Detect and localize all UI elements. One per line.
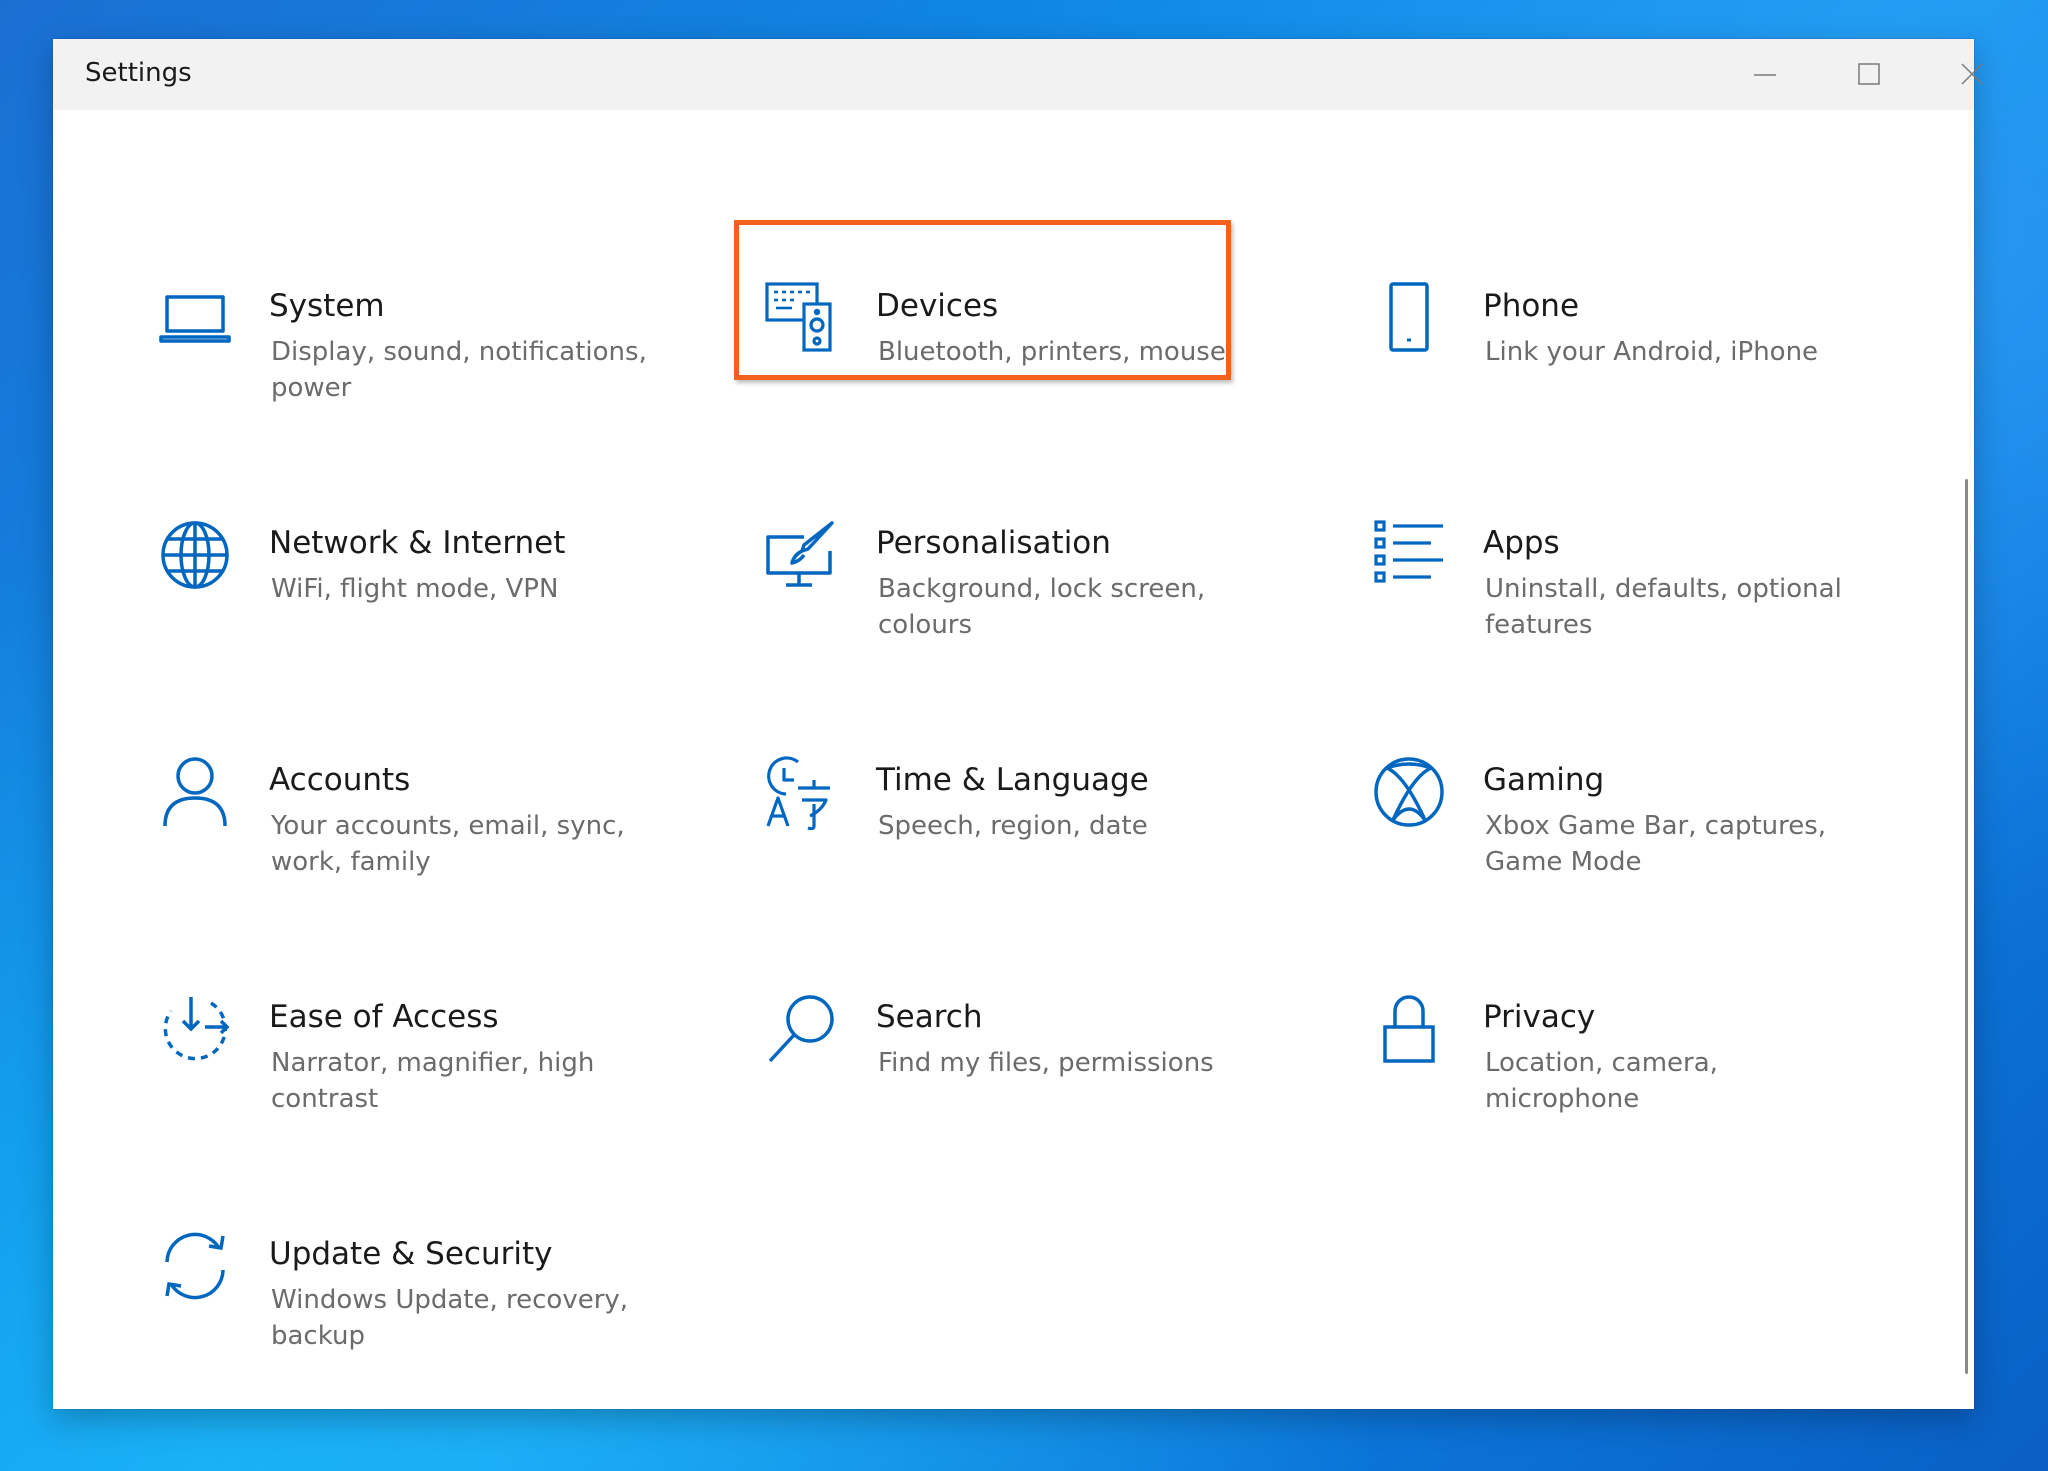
tile-update-security[interactable]: Update & Security Windows Update, recove… [157, 1228, 677, 1378]
tile-description: Your accounts, email, sync, work, family [271, 811, 625, 877]
tile-description: Display, sound, notifications, power [271, 337, 647, 403]
apps-list-icon [1371, 517, 1447, 593]
tile-description: Narrator, magnifier, high contrast [271, 1048, 595, 1114]
tile-description: Speech, region, date [878, 811, 1148, 841]
minimize-icon [1754, 74, 1776, 76]
tile-name: Accounts [269, 762, 411, 798]
tile-name: Search [876, 999, 983, 1035]
tile-accounts[interactable]: Accounts Your accounts, email, sync, wor… [157, 754, 677, 904]
search-icon [764, 991, 840, 1067]
tile-description: Windows Update, recovery, backup [271, 1285, 629, 1351]
update-sync-icon [157, 1228, 233, 1304]
maximize-icon [1858, 63, 1880, 85]
tile-name: Personalisation [876, 525, 1111, 561]
time-language-icon [764, 754, 840, 831]
tile-name: Ease of Access [269, 999, 499, 1035]
laptop-icon [157, 280, 233, 356]
title-bar: Settings [53, 39, 1983, 110]
tile-name: Phone [1483, 288, 1580, 324]
tile-description: Link your Android, iPhone [1485, 337, 1819, 367]
tile-name: Update & Security [269, 1236, 553, 1272]
tile-apps[interactable]: Apps Uninstall, defaults, optional featu… [1371, 517, 1891, 667]
tile-gaming[interactable]: Gaming Xbox Game Bar, captures, Game Mod… [1371, 754, 1891, 904]
person-icon [157, 754, 233, 830]
tile-description: Find my files, permissions [878, 1048, 1214, 1078]
close-icon [1961, 63, 1983, 85]
tile-description: Background, lock screen, colours [878, 574, 1206, 640]
maximize-button[interactable] [1819, 39, 1919, 110]
globe-icon [157, 517, 233, 593]
xbox-icon [1371, 754, 1447, 830]
tile-ease-of-access[interactable]: Ease of Access Narrator, magnifier, high… [157, 991, 677, 1141]
tile-name: Apps [1483, 525, 1560, 561]
tile-system[interactable]: System Display, sound, notifications, po… [157, 280, 677, 430]
tile-privacy[interactable]: Privacy Location, camera, microphone [1371, 991, 1891, 1141]
tile-description: WiFi, flight mode, VPN [271, 574, 559, 604]
tile-description: Uninstall, defaults, optional features [1485, 574, 1842, 640]
tile-time-language[interactable]: Time & Language Speech, region, date [764, 754, 1284, 904]
tile-name: Network & Internet [269, 525, 566, 561]
tile-name: Gaming [1483, 762, 1605, 798]
highlight-box [734, 220, 1231, 380]
paint-brush-icon [764, 517, 840, 593]
tile-search[interactable]: Search Find my files, permissions [764, 991, 1284, 1141]
tile-description: Location, camera, microphone [1485, 1048, 1718, 1114]
tile-name: System [269, 288, 385, 324]
tile-name: Time & Language [876, 762, 1149, 798]
phone-icon [1371, 280, 1447, 356]
lock-icon [1371, 991, 1447, 1067]
minimize-button[interactable] [1715, 39, 1815, 110]
tile-name: Privacy [1483, 999, 1596, 1035]
close-button[interactable] [1922, 39, 2022, 110]
tile-description: Xbox Game Bar, captures, Game Mode [1485, 811, 1827, 877]
tile-phone[interactable]: Phone Link your Android, iPhone [1371, 280, 1891, 430]
window-title: Settings [85, 58, 192, 88]
tile-network-internet[interactable]: Network & Internet WiFi, flight mode, VP… [157, 517, 677, 667]
settings-window: Settings System Display, sound, notifica… [53, 39, 1983, 1409]
ease-of-access-icon [157, 991, 233, 1067]
tile-personalisation[interactable]: Personalisation Background, lock screen,… [764, 517, 1284, 667]
scrollbar[interactable] [1965, 479, 1968, 1374]
